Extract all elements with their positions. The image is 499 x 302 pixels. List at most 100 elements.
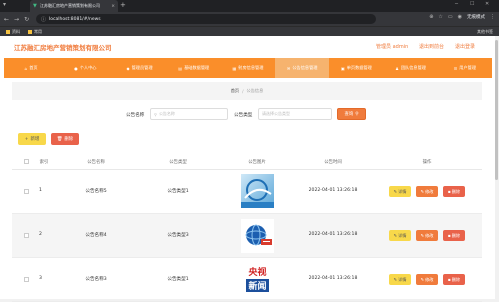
row-time: 2022-04-01 13:26:18: [308, 232, 358, 237]
edit-button[interactable]: ✎ 修改: [416, 230, 438, 241]
row-checkbox[interactable]: [24, 233, 29, 238]
sidepanel-icon[interactable]: ▭: [448, 14, 453, 20]
delete-button[interactable]: ▪ 删除: [443, 274, 465, 285]
nav-item-notices[interactable]: ✉ 公告信息管理: [275, 58, 330, 78]
nav-item-single-page[interactable]: ▣ 单页数据管理: [329, 58, 383, 78]
bookmark-label: 资料: [12, 28, 20, 34]
edit-icon: ✎: [420, 233, 425, 238]
delete-button[interactable]: ▪ 删除: [443, 230, 465, 241]
logout-link[interactable]: 退出登录: [455, 43, 475, 50]
name-label: 公告名称: [126, 113, 145, 118]
row-index: 2: [39, 232, 42, 237]
tab-search-icon[interactable]: ▾: [3, 1, 6, 8]
detail-button[interactable]: ✎ 详情: [389, 274, 411, 285]
table-header: 索引 公告名称 公告类型 公告图片 公告时间 操作: [12, 154, 482, 170]
reload-icon[interactable]: ↻: [24, 16, 29, 23]
nav-label: 个人中心: [79, 65, 97, 70]
back-icon[interactable]: ←: [4, 16, 9, 23]
other-bookmarks[interactable]: 其他书签: [477, 29, 493, 35]
col-image: 公告图片: [248, 160, 266, 165]
url-text: localhost:8081/#/news: [49, 16, 101, 22]
row-name: 公告名称5: [85, 189, 107, 194]
breadcrumb-current: 公告信息: [246, 88, 264, 93]
nav-item-admins[interactable]: ◆ 管理员管理: [112, 58, 166, 78]
profile-label[interactable]: 无痕模式: [467, 14, 485, 20]
edit-button[interactable]: ✎ 修改: [416, 186, 438, 197]
edit-button[interactable]: ✎ 修改: [416, 274, 438, 285]
bookmarks-bar: 资料 常用 其他书签: [0, 26, 499, 36]
select-all-checkbox[interactable]: [24, 159, 29, 164]
toolbar-right: ⊕ ☆ ▭ ◉ 无痕模式 ⋮: [429, 14, 495, 20]
detail-button[interactable]: ✎ 详情: [389, 230, 411, 241]
search-button[interactable]: 查询 ⚲: [337, 108, 366, 120]
omnibox[interactable]: ⓘ localhost:8081/#/news: [36, 14, 376, 24]
search-icon: ⚲: [154, 111, 157, 117]
breadcrumb-home[interactable]: 首页: [231, 88, 239, 94]
bookmark-label: 常用: [34, 28, 42, 34]
bulk-delete-button[interactable]: 🗑 删除: [51, 133, 79, 145]
data-icon: ▤: [178, 65, 183, 71]
detail-label: 详情: [398, 188, 407, 194]
site-header: 江苏融汇房地产营销策划有限公司 管理员 admin 退出到前台 退出登录: [0, 36, 495, 58]
window-close-icon[interactable]: ✕: [485, 1, 489, 7]
minimize-icon[interactable]: ─: [455, 1, 458, 7]
site-info-icon[interactable]: ⓘ: [41, 16, 46, 23]
menu-icon[interactable]: ⋮: [490, 14, 495, 20]
logo-text-bottom: 新闻: [248, 280, 266, 292]
delete-button[interactable]: ▪ 删除: [443, 186, 465, 197]
trash-icon: ▪: [447, 189, 451, 194]
row-time: 2022-04-01 13:26:18: [308, 276, 358, 281]
new-tab-icon[interactable]: +: [120, 1, 126, 9]
nav-item-home[interactable]: ⌂ 首页: [4, 58, 58, 78]
nav-item-profile[interactable]: ● 个人中心: [58, 58, 112, 78]
detail-button[interactable]: ✎ 详情: [389, 186, 411, 197]
type-select[interactable]: 请选择公告类型: [258, 108, 332, 120]
edit-label: 修改: [425, 276, 434, 282]
maximize-icon[interactable]: ☐: [470, 1, 474, 7]
row-checkbox[interactable]: [24, 277, 29, 282]
edit-label: 修改: [425, 188, 434, 194]
nav-item-property[interactable]: ▦ 射房信息管理: [221, 58, 275, 78]
edit-icon: ✎: [420, 189, 425, 194]
cctv-news-logo-thumbnail: 央视 新闻: [241, 262, 274, 296]
vue-favicon-icon: ▼: [33, 2, 37, 9]
table-row: 2 公告名称4 公告类型3 2022-04-01 13:26:18 ✎ 详情 ✎ 修…: [12, 214, 482, 258]
back-to-front-link[interactable]: 退出到前台: [419, 43, 444, 50]
nav-label: 首页: [29, 65, 38, 70]
row-type: 公告类型3: [167, 233, 189, 238]
info-icon: ✎: [393, 233, 398, 238]
row-checkbox[interactable]: [24, 189, 29, 194]
edit-icon: ✎: [420, 277, 425, 282]
nav-label: 团队信息管理: [400, 65, 426, 70]
edit-label: 修改: [425, 232, 434, 238]
add-button-label: 新增: [30, 137, 40, 142]
add-button[interactable]: + 新增: [18, 133, 46, 145]
row-type: 公告类型1: [167, 189, 189, 194]
col-name: 公告名称: [87, 160, 105, 165]
delete-label: 删除: [451, 276, 461, 282]
bookmark-item[interactable]: 常用: [28, 29, 42, 35]
browser-tab[interactable]: ▼ 江苏融汇房地产营销策划有限公司 ×: [30, 0, 118, 12]
search-icon: ⚲: [355, 111, 359, 117]
address-bar-row: ← → ↻ ⓘ localhost:8081/#/news ⊕ ☆ ▭ ◉ 无痕…: [0, 12, 499, 26]
col-time: 公告时间: [324, 160, 342, 165]
team-icon: ♟: [395, 65, 399, 71]
nav-item-users[interactable]: ☰ 用户管理: [438, 58, 492, 78]
page-viewport: 江苏融汇房地产营销策划有限公司 管理员 admin 退出到前台 退出登录 ⌂ 首页…: [0, 36, 495, 302]
name-search-input[interactable]: ⚲ 公告名称: [150, 108, 228, 120]
tab-close-icon[interactable]: ×: [111, 4, 115, 9]
admin-label: 管理员 admin: [376, 44, 409, 50]
input-placeholder: 公告名称: [158, 111, 175, 116]
star-icon[interactable]: ☆: [438, 14, 442, 20]
scrollbar-thumb[interactable]: [495, 40, 498, 180]
delete-label: 删除: [451, 232, 461, 238]
forward-icon[interactable]: →: [14, 16, 19, 23]
folder-icon: [6, 29, 10, 34]
nav-item-base-data[interactable]: ▤ 基础数据管理: [167, 58, 221, 78]
row-name: 公告名称3: [85, 277, 107, 282]
bookmark-item[interactable]: 资料: [6, 29, 20, 35]
news-globe-thumbnail: [241, 219, 274, 253]
nav-item-team[interactable]: ♟ 团队信息管理: [384, 58, 438, 78]
nav-label: 公告信息管理: [292, 65, 318, 70]
zoom-icon[interactable]: ⊕: [429, 14, 433, 20]
